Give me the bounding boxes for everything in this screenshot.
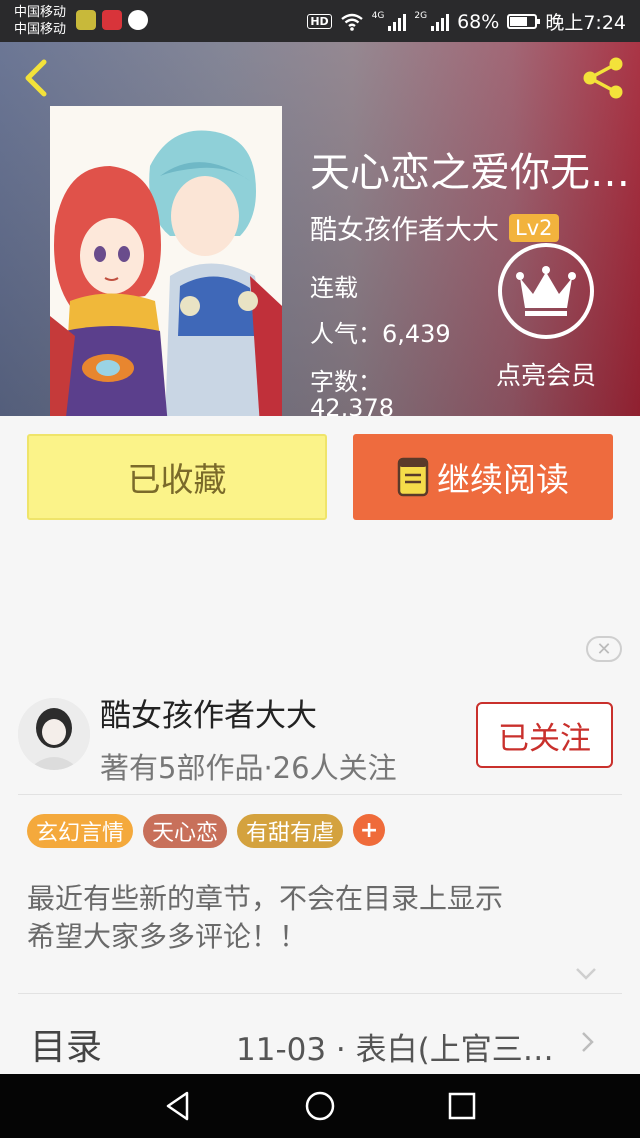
divider <box>18 794 622 795</box>
wifi-icon <box>340 13 363 31</box>
book-title: 天心恋之爱你无… <box>310 150 630 196</box>
signal-icon <box>388 13 407 31</box>
battery-percent: 68% <box>457 10 500 33</box>
book-header: 天心恋之爱你无… 酷女孩作者大大 Lv2 连载 人气：6,439 字数： 42,… <box>0 42 640 416</box>
author-name[interactable]: 酷女孩作者大大 <box>310 208 499 247</box>
latest-chapter[interactable]: 11-03 · 表白(上官三… <box>236 1024 566 1069</box>
signal-icon <box>431 13 450 31</box>
close-ad-button[interactable]: ✕ <box>586 636 622 662</box>
hd-icon: HD <box>307 14 332 29</box>
continue-reading-button[interactable]: 继续阅读 <box>353 434 613 520</box>
avatar-image <box>18 698 90 770</box>
member-button[interactable]: 点亮会员 <box>488 242 604 392</box>
wechat-icon <box>128 10 148 30</box>
toc-label[interactable]: 目录 <box>30 1018 102 1070</box>
share-icon[interactable] <box>580 54 628 102</box>
favorited-label: 已收藏 <box>127 460 227 499</box>
following-button[interactable]: 已关注 <box>476 702 613 768</box>
network-type-2: 2G <box>414 10 428 21</box>
book-cover[interactable] <box>50 106 282 416</box>
app-notification-icon <box>102 10 122 30</box>
battery-icon <box>507 14 541 29</box>
nav-back-icon[interactable] <box>160 1088 196 1124</box>
book-icon <box>397 457 429 497</box>
tag-genre[interactable]: 玄幻言情 <box>27 814 134 848</box>
cover-illustration <box>50 106 282 416</box>
carrier-info: 中国移动 中国移动 <box>14 4 66 38</box>
status-bar: 中国移动 中国移动 HD 4G 2G 68% 晚上7:24 <box>0 0 640 42</box>
nav-recents-icon[interactable] <box>444 1088 480 1124</box>
continue-reading-label: 继续阅读 <box>437 460 569 499</box>
word-count-value: 42,378 <box>310 394 394 416</box>
crown-icon <box>498 243 594 339</box>
clock: 晚上7:24 <box>545 12 626 34</box>
word-count-label: 字数： <box>310 368 382 396</box>
nav-home-icon[interactable] <box>302 1088 338 1124</box>
description-line-1: 最近有些新的章节，不会在目录上显示 <box>27 882 504 915</box>
battery-level <box>510 17 527 26</box>
tag-mood[interactable]: 有甜有虐 <box>237 814 344 848</box>
tag-label: 天心恋 <box>152 821 219 846</box>
carrier-2: 中国移动 <box>14 22 67 37</box>
author-avatar[interactable] <box>18 698 90 770</box>
popularity: 人气：6,439 <box>310 320 451 348</box>
carrier-1: 中国移动 <box>14 5 67 20</box>
divider <box>18 993 622 994</box>
tag-series[interactable]: 天心恋 <box>143 814 228 848</box>
tag-label: 有甜有虐 <box>246 821 335 846</box>
tag-label: 玄幻言情 <box>36 821 125 846</box>
favorited-button[interactable]: 已收藏 <box>27 434 327 520</box>
member-label: 点亮会员 <box>495 361 596 390</box>
serial-status: 连载 <box>310 274 358 302</box>
network-type-1: 4G <box>371 10 385 21</box>
description-line-2: 希望大家多多评论！！ <box>27 920 308 953</box>
following-label: 已关注 <box>498 720 591 757</box>
chevron-right-icon[interactable] <box>580 1030 596 1054</box>
level-badge: Lv2 <box>509 213 559 242</box>
tag-list: 玄幻言情 天心恋 有甜有虐 + <box>27 814 386 848</box>
system-nav-bar <box>0 1074 640 1138</box>
app-notification-icon <box>76 10 96 30</box>
author-stats: 著有5部作品·26人关注 <box>100 751 397 785</box>
author-card-name[interactable]: 酷女孩作者大大 <box>100 690 317 735</box>
add-tag-button[interactable]: + <box>353 814 386 846</box>
notification-icons <box>76 10 148 30</box>
book-description[interactable]: 最近有些新的章节，不会在目录上显示 希望大家多多评论！！ <box>27 880 617 956</box>
back-icon[interactable] <box>16 56 56 100</box>
expand-chevron-icon[interactable] <box>574 966 598 982</box>
status-indicators: HD 4G 2G 68% 晚上7:24 <box>307 8 626 35</box>
